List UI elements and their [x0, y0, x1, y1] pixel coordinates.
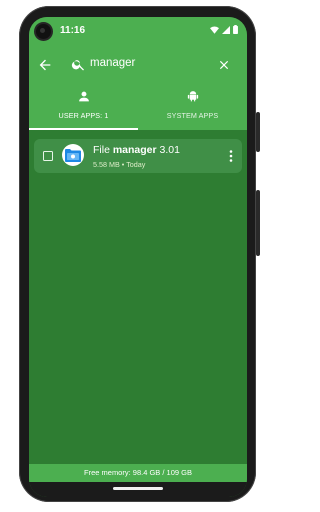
app-name: File manager 3.01 [93, 144, 180, 156]
person-icon [78, 91, 89, 102]
android-icon [187, 91, 198, 102]
status-icons [210, 25, 238, 34]
power-button [256, 112, 260, 152]
battery-icon [233, 25, 238, 34]
clear-search-icon[interactable] [217, 58, 231, 72]
app-size: 5.58 MB [93, 160, 120, 169]
more-options-icon[interactable] [229, 150, 233, 162]
volume-button [256, 190, 260, 256]
app-meta: 5.58 MB • Today [93, 160, 145, 169]
tab-user-apps-label: USER APPS: 1 [58, 111, 109, 120]
screen: 11:16 manager USER APPS: 1 SYSTEM APPS F… [29, 17, 247, 497]
tab-system-apps[interactable]: SYSTEM APPS [138, 85, 247, 130]
app-date: Today [126, 160, 146, 169]
home-gesture-pill[interactable] [113, 487, 163, 490]
wifi-icon [210, 25, 219, 34]
tab-system-apps-label: SYSTEM APPS [166, 111, 219, 120]
tab-bar: USER APPS: 1 SYSTEM APPS [29, 85, 247, 130]
list-item[interactable]: File manager 3.01 5.58 MB • Today [34, 139, 242, 173]
tab-selected-indicator [29, 128, 138, 130]
front-camera [36, 24, 51, 39]
signal-icon [222, 25, 230, 34]
meta-separator: • [121, 160, 125, 169]
app-name-suffix: 3.01 [156, 144, 180, 156]
search-input[interactable]: manager [90, 57, 200, 69]
app-name-match: manager [112, 144, 157, 156]
search-toolbar: manager [29, 45, 247, 85]
navigation-bar [29, 482, 247, 497]
free-memory-footer: Free memory: 98.4 GB / 109 GB [29, 464, 247, 482]
app-list: File manager 3.01 5.58 MB • Today [34, 139, 242, 173]
tab-user-apps[interactable]: USER APPS: 1 [29, 85, 138, 130]
file-manager-app-icon [62, 144, 84, 166]
app-name-prefix: File [93, 144, 113, 156]
status-bar: 11:16 [29, 17, 247, 45]
select-checkbox[interactable] [43, 151, 53, 161]
status-time: 11:16 [60, 25, 86, 36]
search-icon [71, 60, 84, 71]
back-arrow-icon[interactable] [37, 57, 53, 73]
